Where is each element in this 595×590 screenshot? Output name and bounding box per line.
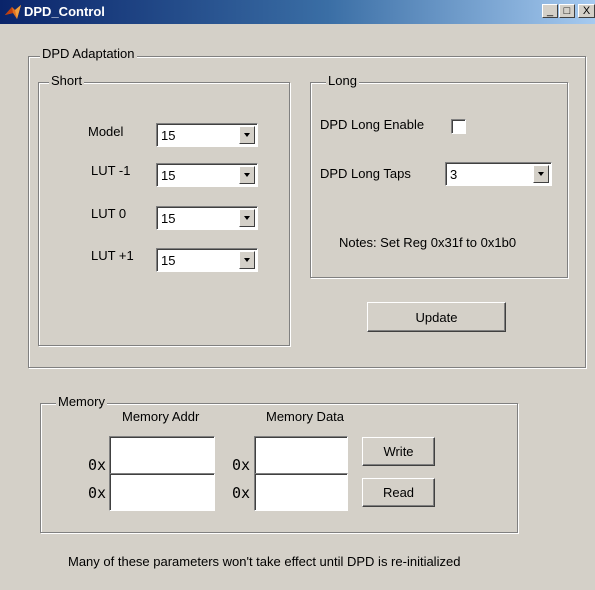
addr-prefix-2: 0x bbox=[88, 484, 107, 502]
dpd-adaptation-legend: DPD Adaptation bbox=[40, 46, 137, 61]
memory-addr-input-2[interactable] bbox=[109, 473, 215, 511]
data-prefix-1: 0x bbox=[232, 456, 251, 474]
addr-prefix-1: 0x bbox=[88, 456, 107, 474]
window-title: DPD_Control bbox=[24, 4, 105, 19]
lut-plus1-select[interactable]: 15 bbox=[156, 248, 258, 272]
footer-note: Many of these parameters won't take effe… bbox=[68, 554, 461, 569]
dpd-long-taps-label: DPD Long Taps bbox=[320, 166, 411, 181]
update-button[interactable]: Update bbox=[367, 302, 506, 332]
read-button[interactable]: Read bbox=[362, 478, 435, 507]
chevron-down-icon[interactable] bbox=[533, 165, 549, 183]
model-label: Model bbox=[88, 124, 124, 139]
memory-addr-input-1[interactable] bbox=[109, 436, 215, 474]
dpd-long-enable-label: DPD Long Enable bbox=[320, 117, 425, 132]
memory-data-input-2[interactable] bbox=[254, 473, 348, 511]
title-bar: DPD_Control _ □ X bbox=[0, 0, 595, 24]
model-select[interactable]: 15 bbox=[156, 123, 258, 147]
chevron-down-icon[interactable] bbox=[239, 251, 255, 269]
memory-data-input-1[interactable] bbox=[254, 436, 348, 474]
minimize-button[interactable]: _ bbox=[542, 4, 558, 18]
lut-plus1-value: 15 bbox=[161, 253, 176, 268]
model-value: 15 bbox=[161, 128, 176, 143]
lut-0-value: 15 bbox=[161, 211, 176, 226]
lut-0-label: LUT 0 bbox=[91, 206, 127, 221]
lut-plus1-label: LUT +1 bbox=[91, 248, 134, 263]
close-button[interactable]: X bbox=[578, 4, 595, 18]
dpd-long-taps-select[interactable]: 3 bbox=[445, 162, 552, 186]
dpd-long-taps-value: 3 bbox=[450, 167, 458, 182]
write-button[interactable]: Write bbox=[362, 437, 435, 466]
lut-0-select[interactable]: 15 bbox=[156, 206, 258, 230]
chevron-down-icon[interactable] bbox=[239, 209, 255, 227]
memory-data-header: Memory Data bbox=[266, 409, 345, 424]
lut-minus1-value: 15 bbox=[161, 168, 176, 183]
chevron-down-icon[interactable] bbox=[239, 166, 255, 184]
lut-minus1-label: LUT -1 bbox=[91, 163, 131, 178]
lut-minus1-select[interactable]: 15 bbox=[156, 163, 258, 187]
data-prefix-2: 0x bbox=[232, 484, 251, 502]
chevron-down-icon[interactable] bbox=[239, 126, 255, 144]
memory-addr-header: Memory Addr bbox=[122, 409, 200, 424]
notes-text: Notes: Set Reg 0x31f to 0x1b0 bbox=[339, 235, 517, 250]
maximize-button[interactable]: □ bbox=[559, 4, 575, 18]
matlab-icon bbox=[5, 5, 21, 19]
dpd-long-enable-checkbox[interactable] bbox=[451, 119, 466, 134]
short-legend: Short bbox=[49, 73, 85, 88]
memory-legend: Memory bbox=[56, 394, 107, 409]
long-legend: Long bbox=[326, 73, 359, 88]
